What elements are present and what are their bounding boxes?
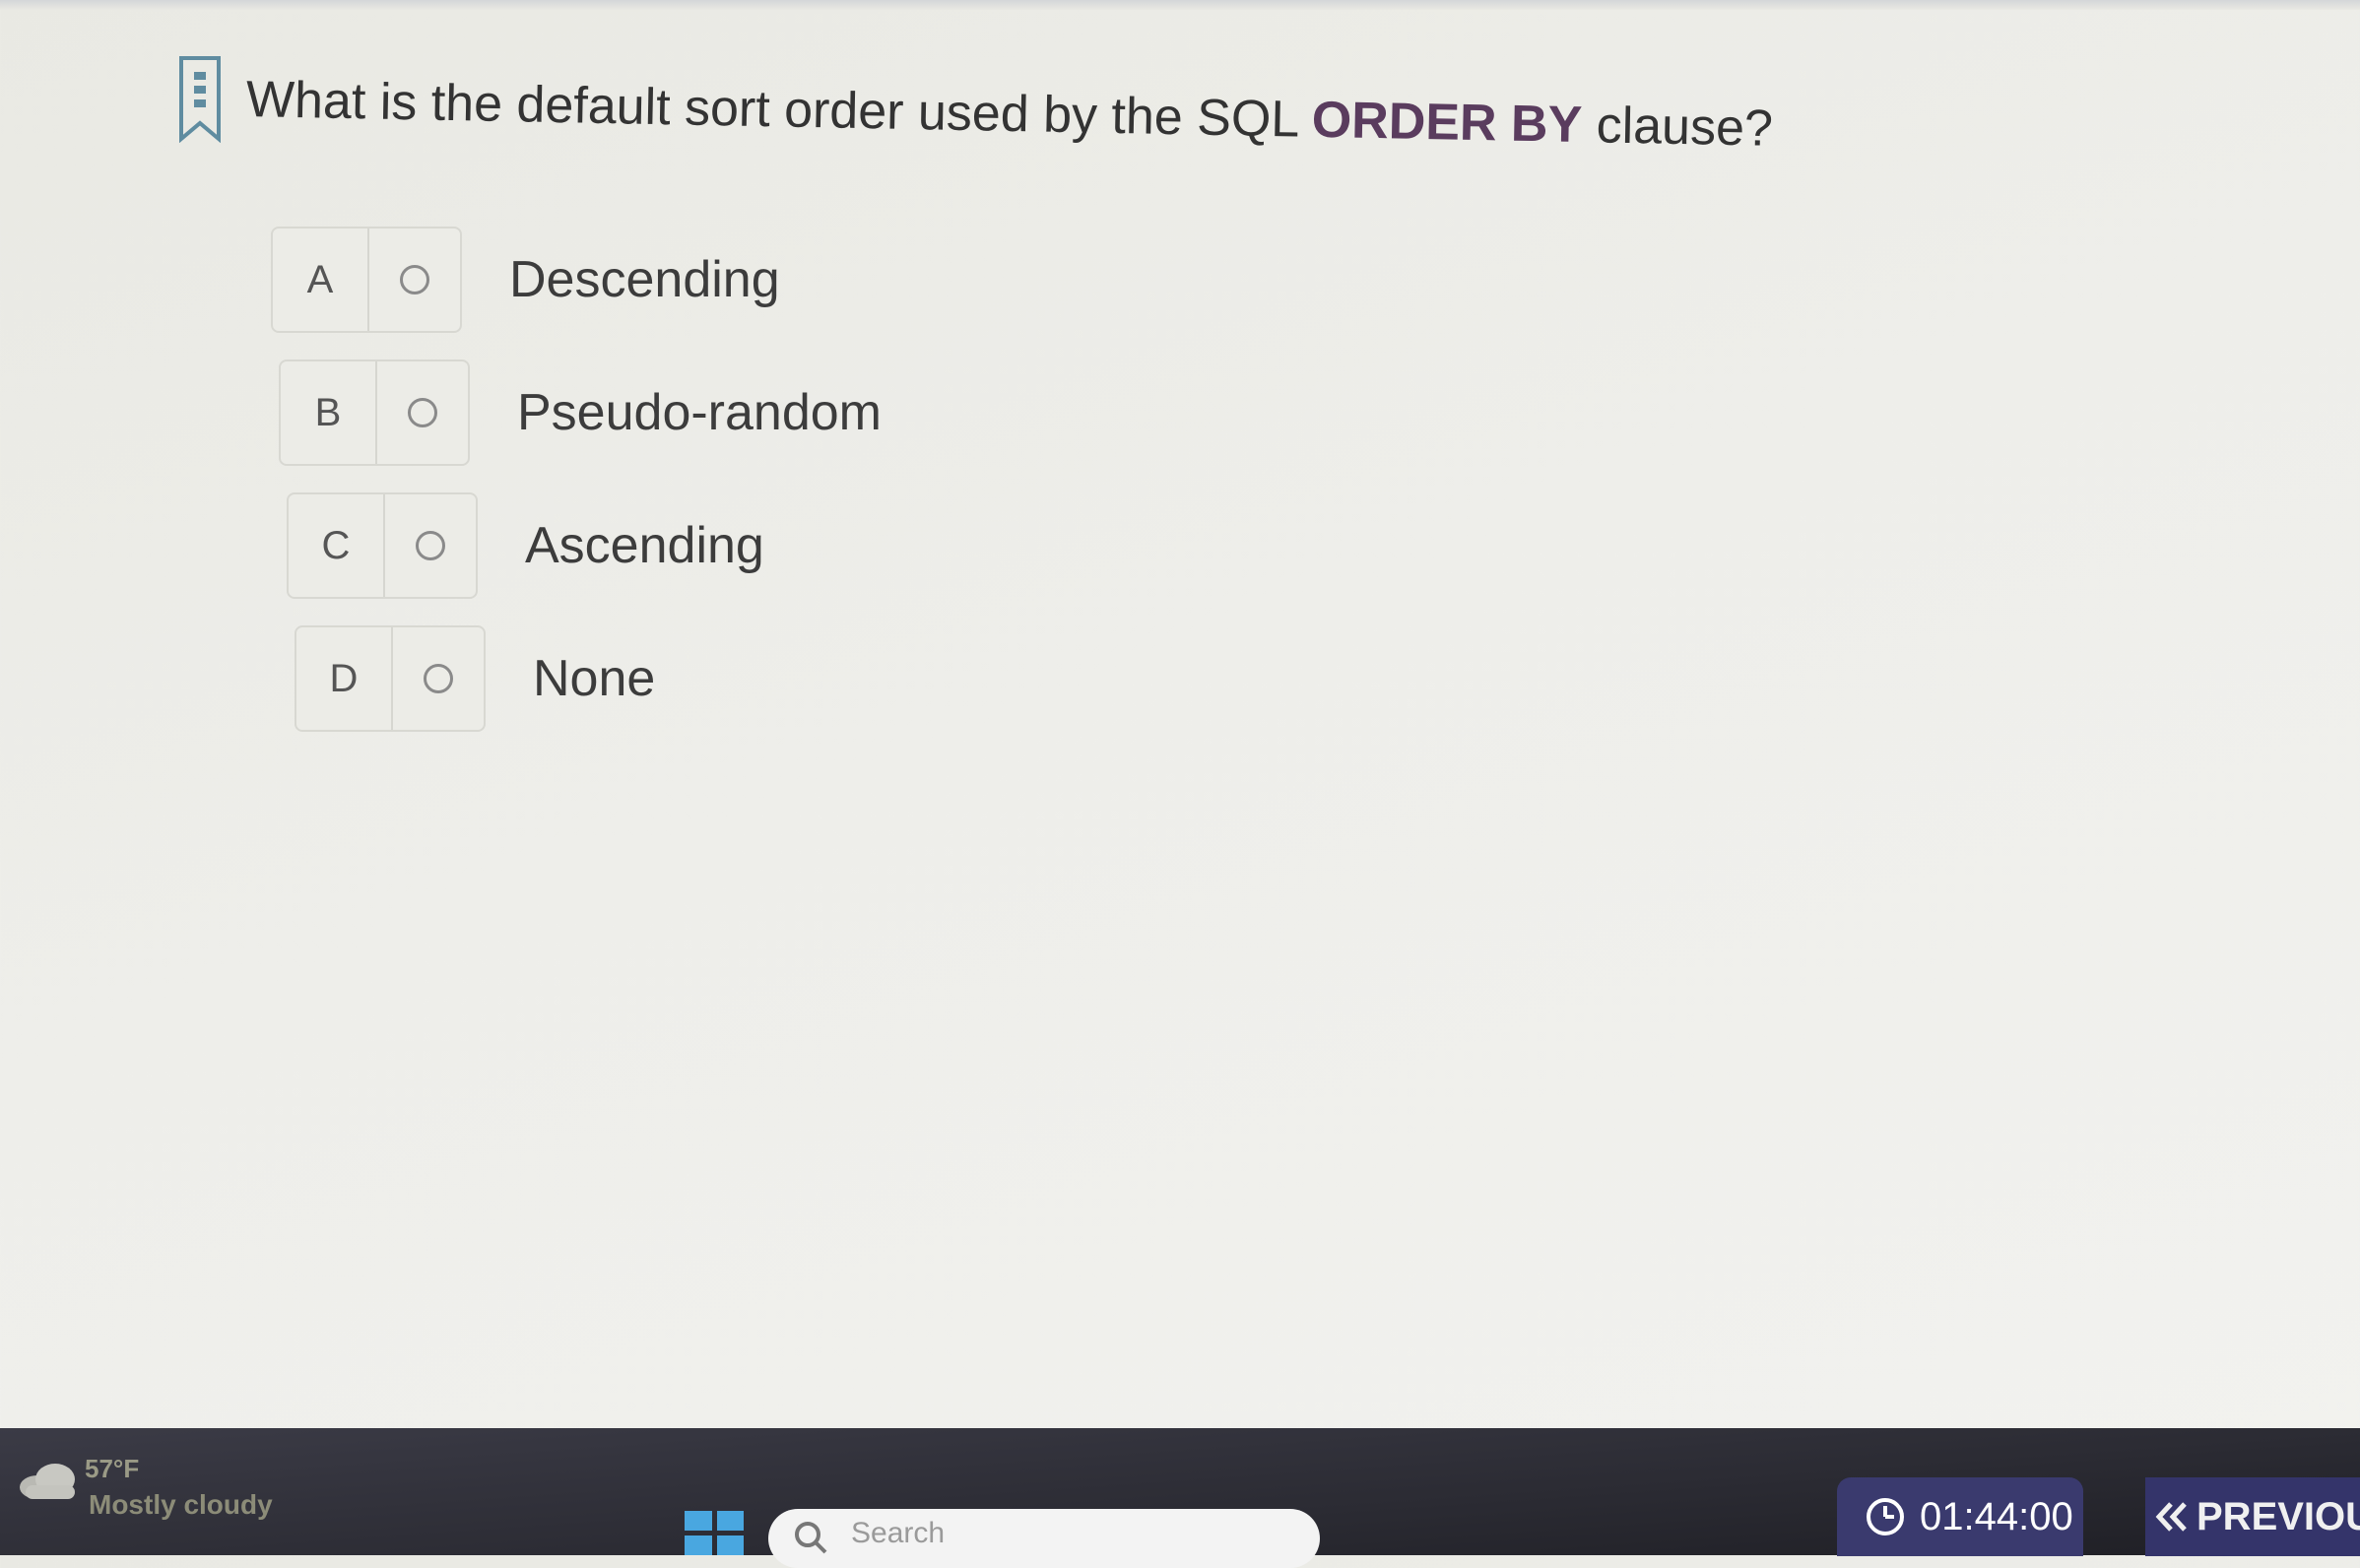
- question-keyword: ORDER BY: [1311, 91, 1583, 155]
- option-a-radio[interactable]: [369, 229, 460, 331]
- option-a-selector[interactable]: A: [271, 227, 462, 333]
- option-d[interactable]: D None: [271, 625, 1453, 758]
- radio-circle-icon: [416, 531, 445, 560]
- radio-circle-icon: [400, 265, 429, 294]
- option-b-selector[interactable]: B: [279, 359, 470, 466]
- taskbar-search[interactable]: Search: [768, 1509, 1320, 1568]
- option-d-radio[interactable]: [393, 627, 484, 730]
- cloud-icon[interactable]: [16, 1458, 81, 1501]
- window-top-edge: [0, 0, 2360, 10]
- answer-options: A Descending B Pseudo-random C Ascending…: [271, 227, 1453, 758]
- bookmark-icon[interactable]: [177, 54, 223, 143]
- weather-description[interactable]: Mostly cloudy: [89, 1489, 273, 1521]
- option-d-selector[interactable]: D: [295, 625, 486, 732]
- search-placeholder: Search: [851, 1517, 946, 1549]
- option-letter: B: [281, 361, 377, 464]
- windows-start-icon[interactable]: [685, 1511, 744, 1555]
- timer-value: 01:44:00: [1920, 1494, 2073, 1538]
- option-b-text[interactable]: Pseudo-random: [517, 383, 882, 442]
- taskbar: 57°F Mostly cloudy Search 01:44:00 PREVI…: [0, 1428, 2360, 1568]
- option-b[interactable]: B Pseudo-random: [271, 359, 1453, 492]
- previous-button[interactable]: PREVIOU: [2145, 1477, 2360, 1556]
- option-c-radio[interactable]: [385, 494, 476, 597]
- option-c-text[interactable]: Ascending: [525, 516, 764, 575]
- option-letter: A: [273, 229, 369, 331]
- option-a-text[interactable]: Descending: [509, 250, 780, 309]
- radio-circle-icon: [424, 664, 453, 693]
- question-text: What is the default sort order used by t…: [245, 68, 1773, 161]
- option-b-radio[interactable]: [377, 361, 468, 464]
- clock-icon: [1867, 1498, 1904, 1535]
- question-block: What is the default sort order used by t…: [177, 54, 2049, 172]
- option-c[interactable]: C Ascending: [271, 492, 1453, 625]
- option-c-selector[interactable]: C: [287, 492, 478, 599]
- search-icon: [795, 1522, 827, 1554]
- question-prefix: What is the default sort order used by t…: [245, 71, 1313, 149]
- double-chevron-left-icon: [2155, 1502, 2187, 1532]
- exam-timer: 01:44:00: [1837, 1477, 2083, 1556]
- weather-temperature[interactable]: 57°F: [85, 1454, 139, 1484]
- option-letter: C: [289, 494, 385, 597]
- option-letter: D: [296, 627, 393, 730]
- question-suffix: clause?: [1581, 97, 1774, 158]
- option-a[interactable]: A Descending: [271, 227, 1453, 359]
- radio-circle-icon: [408, 398, 437, 427]
- previous-button-label: PREVIOU: [2196, 1494, 2360, 1538]
- option-d-text[interactable]: None: [533, 649, 655, 708]
